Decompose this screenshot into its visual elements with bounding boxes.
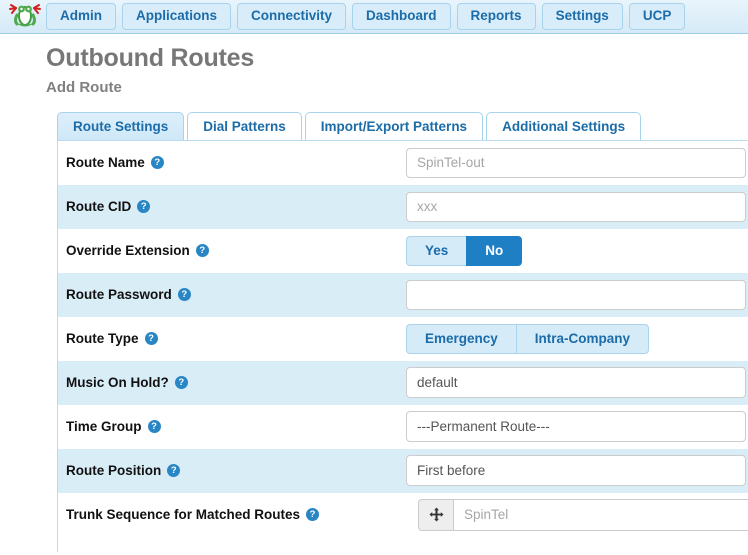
form-row-time-group: Time Group ? ---Permanent Route--- [58, 405, 748, 449]
override-extension-option-yes[interactable]: Yes [406, 235, 467, 266]
route-type-toggle: Emergency Intra-Company [406, 323, 650, 354]
tab-import-export-patterns[interactable]: Import/Export Patterns [304, 112, 484, 140]
form-row-override-extension: Override Extension ? Yes No [58, 229, 748, 273]
freepbx-frog-logo-icon[interactable] [4, 2, 46, 32]
form-row-route-position: Route Position ? First before [58, 448, 748, 493]
form-row-trunk-sequence: Trunk Sequence for Matched Routes ? Spin… [58, 493, 748, 537]
label-route-position: Route Position ? [66, 463, 406, 478]
label-trunk-sequence: Trunk Sequence for Matched Routes ? [66, 507, 406, 522]
top-navbar: Admin Applications Connectivity Dashboar… [0, 0, 748, 34]
label-route-password: Route Password ? [66, 287, 406, 302]
nav-item-ucp[interactable]: UCP [628, 3, 686, 30]
nav-item-applications[interactable]: Applications [122, 3, 232, 30]
route-cid-label-text: Route CID [66, 199, 132, 215]
control-route-name [406, 147, 748, 178]
music-on-hold-label-text: Music On Hold? [66, 375, 169, 391]
help-icon-route-type[interactable]: ? [144, 332, 158, 346]
time-group-label-text: Time Group [66, 419, 142, 435]
help-icon-route-position[interactable]: ? [167, 464, 181, 478]
nav-item-connectivity[interactable]: Connectivity [237, 3, 347, 30]
music-on-hold-select[interactable]: default [406, 367, 746, 399]
control-music-on-hold: default [406, 367, 748, 399]
form-row-route-name: Route Name ? [58, 141, 748, 185]
help-icon-time-group[interactable]: ? [147, 420, 161, 434]
help-icon-route-password[interactable]: ? [177, 288, 191, 302]
help-icon-music-on-hold[interactable]: ? [174, 376, 188, 390]
help-icon-route-cid[interactable]: ? [137, 200, 151, 214]
form-row-route-type: Route Type ? Emergency Intra-Company [58, 317, 748, 361]
help-icon-override-extension[interactable]: ? [195, 244, 209, 258]
help-icon-route-name[interactable]: ? [150, 156, 164, 170]
route-password-label-text: Route Password [66, 287, 172, 303]
route-name-input[interactable] [406, 147, 746, 178]
label-route-cid: Route CID ? [66, 199, 406, 214]
trunk-sequence-row: SpinTel [418, 498, 748, 531]
page-subtitle: Add Route [46, 78, 122, 96]
route-cid-input[interactable] [406, 191, 746, 222]
time-group-select[interactable]: ---Permanent Route--- [406, 411, 746, 443]
route-password-input[interactable] [406, 279, 746, 310]
move-arrows-icon[interactable] [418, 498, 453, 531]
control-route-type: Emergency Intra-Company [406, 323, 748, 354]
label-override-extension: Override Extension ? [66, 243, 406, 258]
page-title: Outbound Routes [46, 44, 255, 72]
tab-list: Route Settings Dial Patterns Import/Expo… [57, 110, 748, 140]
nav-item-admin[interactable]: Admin [46, 3, 116, 30]
nav-item-settings[interactable]: Settings [541, 3, 623, 30]
route-position-label-text: Route Position [66, 463, 162, 479]
control-route-cid [406, 191, 748, 222]
tab-dial-patterns[interactable]: Dial Patterns [187, 112, 302, 140]
override-extension-option-no[interactable]: No [466, 235, 523, 266]
control-override-extension: Yes No [406, 235, 748, 266]
route-type-option-intra-company[interactable]: Intra-Company [515, 323, 650, 354]
route-type-option-emergency[interactable]: Emergency [406, 323, 516, 354]
trunk-sequence-select[interactable]: SpinTel [453, 498, 748, 531]
help-icon-trunk-sequence[interactable]: ? [306, 508, 320, 522]
control-time-group: ---Permanent Route--- [406, 411, 748, 443]
form-row-music-on-hold: Music On Hold? ? default [58, 360, 748, 405]
tabs-container: Route Settings Dial Patterns Import/Expo… [0, 110, 748, 140]
route-type-label-text: Route Type [66, 331, 139, 347]
tab-route-settings[interactable]: Route Settings [57, 112, 185, 140]
route-name-label-text: Route Name [66, 155, 145, 171]
control-trunk-sequence: SpinTel [406, 498, 748, 531]
trunk-sequence-label-text: Trunk Sequence for Matched Routes [66, 507, 301, 523]
label-music-on-hold: Music On Hold? ? [66, 375, 406, 390]
page-header: Outbound Routes Add Route [0, 34, 748, 96]
label-route-type: Route Type ? [66, 331, 406, 346]
override-extension-label-text: Override Extension [66, 243, 190, 259]
control-route-password [406, 279, 748, 310]
form-row-route-cid: Route CID ? [58, 184, 748, 229]
label-route-name: Route Name ? [66, 155, 406, 170]
tab-additional-settings[interactable]: Additional Settings [486, 112, 642, 140]
label-time-group: Time Group ? [66, 419, 406, 434]
route-position-select[interactable]: First before [406, 455, 746, 487]
nav-item-reports[interactable]: Reports [456, 3, 536, 30]
control-route-position: First before [406, 455, 748, 487]
form-row-route-password: Route Password ? [58, 272, 748, 317]
nav-items: Admin Applications Connectivity Dashboar… [46, 3, 686, 30]
override-extension-toggle: Yes No [406, 235, 523, 266]
route-settings-panel: Route Name ? Route CID ? Override Extens… [57, 139, 748, 552]
nav-item-dashboard[interactable]: Dashboard [352, 3, 451, 30]
